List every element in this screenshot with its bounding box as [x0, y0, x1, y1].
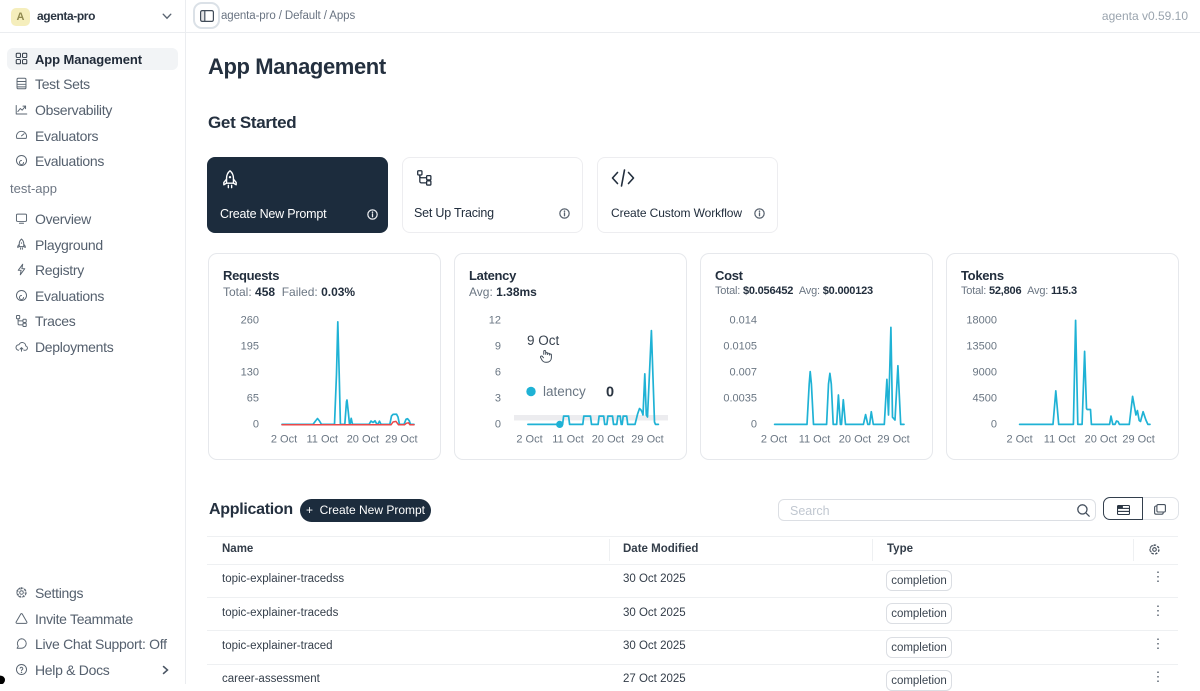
svg-text:0.007: 0.007: [729, 367, 757, 379]
svg-text:0: 0: [991, 419, 997, 431]
svg-text:0.014: 0.014: [729, 315, 757, 327]
svg-text:0: 0: [253, 419, 259, 431]
svg-text:13500: 13500: [966, 341, 997, 353]
svg-text:260: 260: [241, 315, 259, 327]
svg-text:latency: latency: [543, 384, 586, 399]
svg-text:0: 0: [606, 385, 614, 401]
svg-text:29 Oct: 29 Oct: [1122, 434, 1154, 446]
svg-text:11 Oct: 11 Oct: [1044, 434, 1076, 446]
svg-text:2 Oct: 2 Oct: [271, 434, 297, 446]
svg-text:4500: 4500: [973, 393, 997, 405]
svg-text:20 Oct: 20 Oct: [839, 434, 871, 446]
svg-text:3: 3: [495, 393, 501, 405]
svg-text:9 Oct: 9 Oct: [527, 333, 560, 348]
svg-text:130: 130: [241, 367, 259, 379]
svg-text:0.0035: 0.0035: [723, 393, 757, 405]
svg-text:12: 12: [489, 315, 501, 327]
svg-text:11 Oct: 11 Oct: [307, 434, 339, 446]
svg-text:29 Oct: 29 Oct: [385, 434, 417, 446]
svg-text:0.0105: 0.0105: [723, 341, 757, 353]
svg-text:20 Oct: 20 Oct: [347, 434, 379, 446]
svg-text:0: 0: [495, 419, 501, 431]
svg-text:2 Oct: 2 Oct: [1006, 434, 1032, 446]
svg-text:0: 0: [751, 419, 757, 431]
svg-text:65: 65: [247, 393, 259, 405]
svg-text:18000: 18000: [966, 315, 997, 327]
svg-text:9: 9: [495, 341, 501, 353]
svg-text:11 Oct: 11 Oct: [552, 434, 584, 446]
svg-text:195: 195: [241, 341, 259, 353]
svg-text:2 Oct: 2 Oct: [516, 434, 542, 446]
svg-text:9000: 9000: [973, 367, 997, 379]
svg-text:29 Oct: 29 Oct: [877, 434, 909, 446]
svg-text:6: 6: [495, 367, 501, 379]
svg-text:20 Oct: 20 Oct: [592, 434, 624, 446]
svg-text:20 Oct: 20 Oct: [1085, 434, 1117, 446]
svg-text:2 Oct: 2 Oct: [761, 434, 787, 446]
svg-text:29 Oct: 29 Oct: [631, 434, 663, 446]
svg-text:11 Oct: 11 Oct: [799, 434, 831, 446]
